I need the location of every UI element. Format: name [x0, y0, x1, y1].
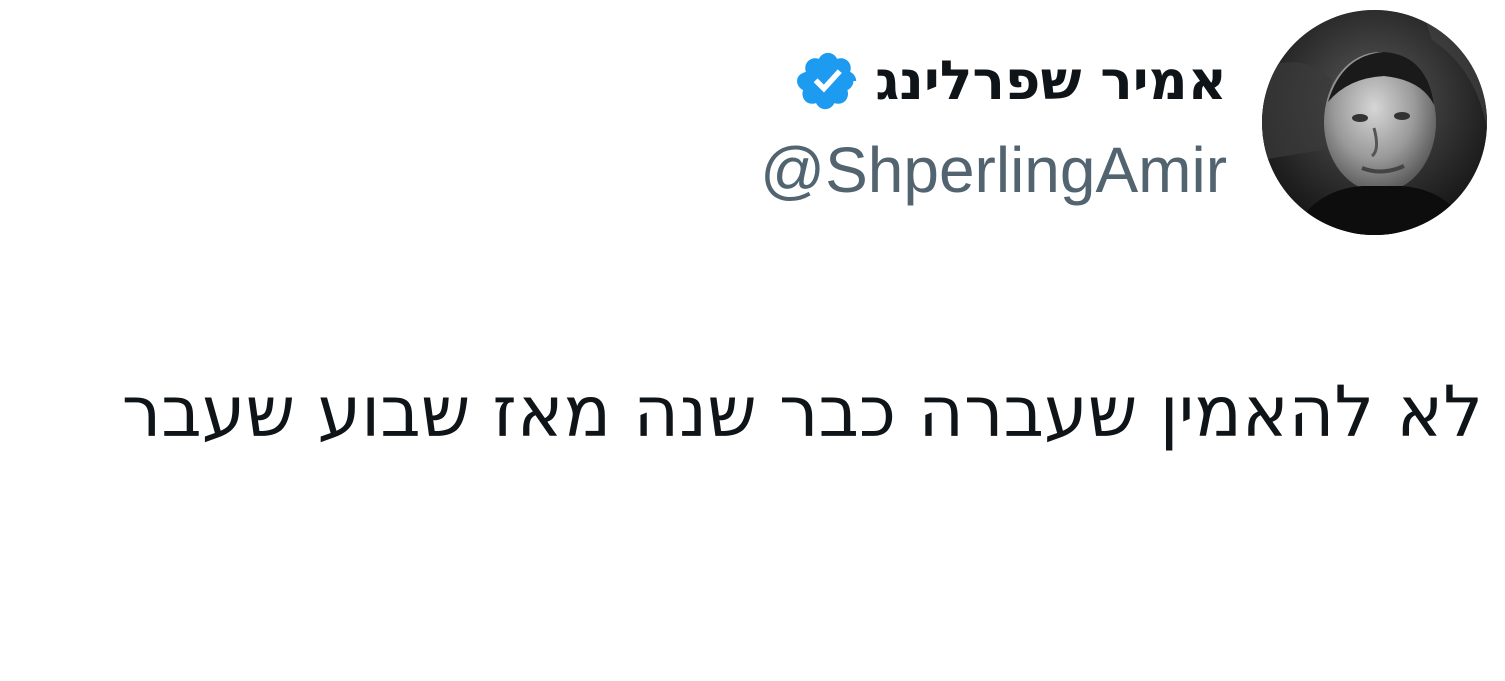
display-name-row: אמיר שפרלינג	[760, 38, 1227, 124]
author-display-name[interactable]: אמיר שפרלינג	[875, 38, 1227, 124]
author-names: אמיר שפרלינג @ShperlingAmir	[760, 38, 1227, 210]
tweet-body-text: לא להאמין שעברה כבר שנה מאז שבוע שעבר	[121, 371, 1483, 453]
tweet-card: אמיר שפרלינג @ShperlingAmir לא להאמין שע…	[0, 0, 1505, 681]
author-handle[interactable]: @ShperlingAmir	[760, 130, 1227, 210]
tweet-header: אמיר שפרלינג @ShperlingAmir	[0, 0, 1505, 250]
verified-badge-icon[interactable]	[795, 48, 861, 114]
avatar-photo-icon	[1262, 10, 1487, 235]
author-avatar[interactable]	[1262, 10, 1487, 235]
